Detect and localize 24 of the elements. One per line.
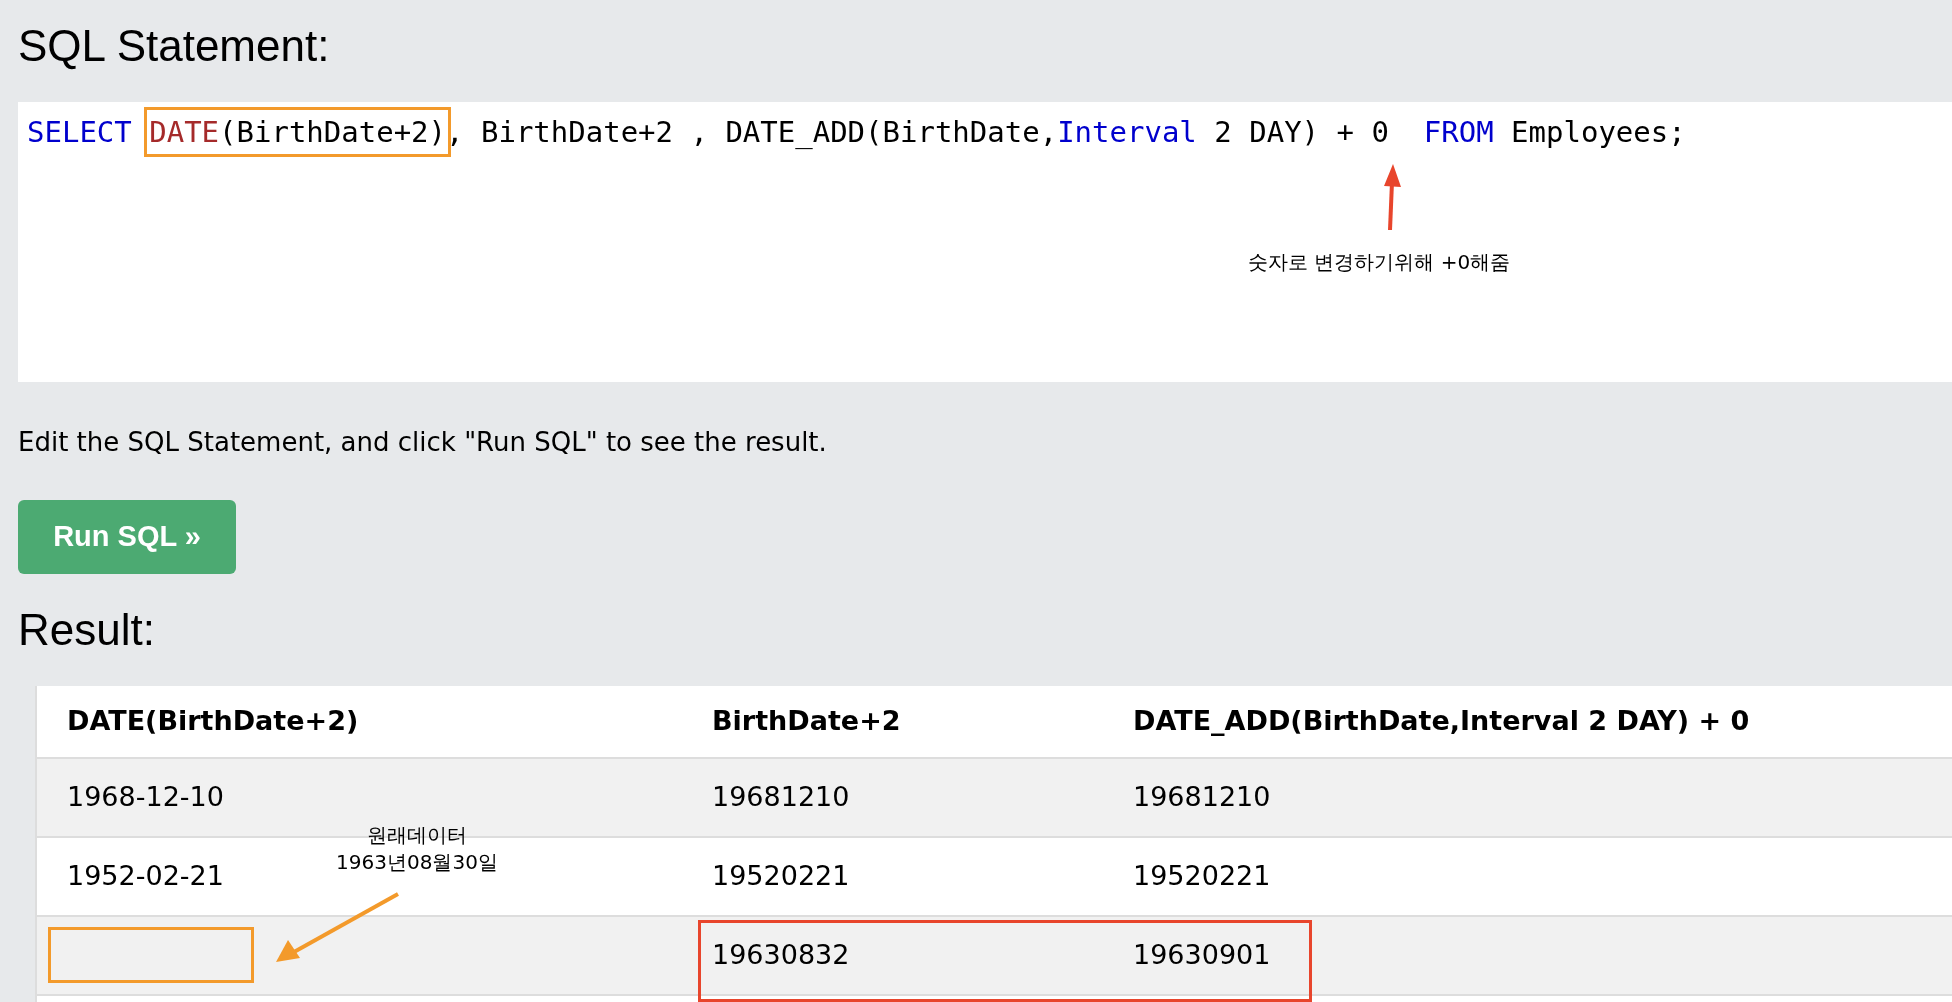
column-header: DATE(BirthDate+2) [67, 705, 359, 737]
table-cell: 19630901 [1133, 939, 1271, 971]
column-header: DATE_ADD(BirthDate,Interval 2 DAY) + 0 [1133, 705, 1750, 737]
table-cell: 19630832 [712, 939, 850, 971]
table-cell: 19520221 [712, 860, 850, 892]
sql-keyword: FROM [1423, 115, 1494, 149]
sql-code-text: , BirthDate+2 , DATE_ADD(BirthDate, [446, 115, 1058, 149]
sql-code-text: 2 DAY) + 0 [1213, 115, 1390, 149]
sql-code-text: (BirthDate+2) [219, 115, 447, 149]
sql-code-text: Employees; [1510, 115, 1686, 149]
annotation-note: 숫자로 변경하기위해 +0해줌 [1248, 249, 1511, 276]
table-cell: 19520221 [1133, 860, 1271, 892]
sql-keyword: Interval [1057, 115, 1197, 149]
table-cell: 1952-02-21 [67, 860, 224, 892]
table-cell: 1968-12-10 [67, 781, 224, 813]
section-heading: SQL Statement: [18, 20, 330, 72]
table-cell: 19681210 [1133, 781, 1271, 813]
sql-keyword: SELECT [27, 115, 133, 149]
annotation-note: 원래데이터 1963년08월30일 [335, 822, 499, 876]
section-heading: Result: [18, 604, 155, 656]
instruction-text: Edit the SQL Statement, and click "Run SQL" to see the result. [18, 426, 827, 459]
sql-function: DATE [149, 115, 220, 149]
column-header: BirthDate+2 [712, 705, 901, 737]
table-cell: 19681210 [712, 781, 850, 813]
